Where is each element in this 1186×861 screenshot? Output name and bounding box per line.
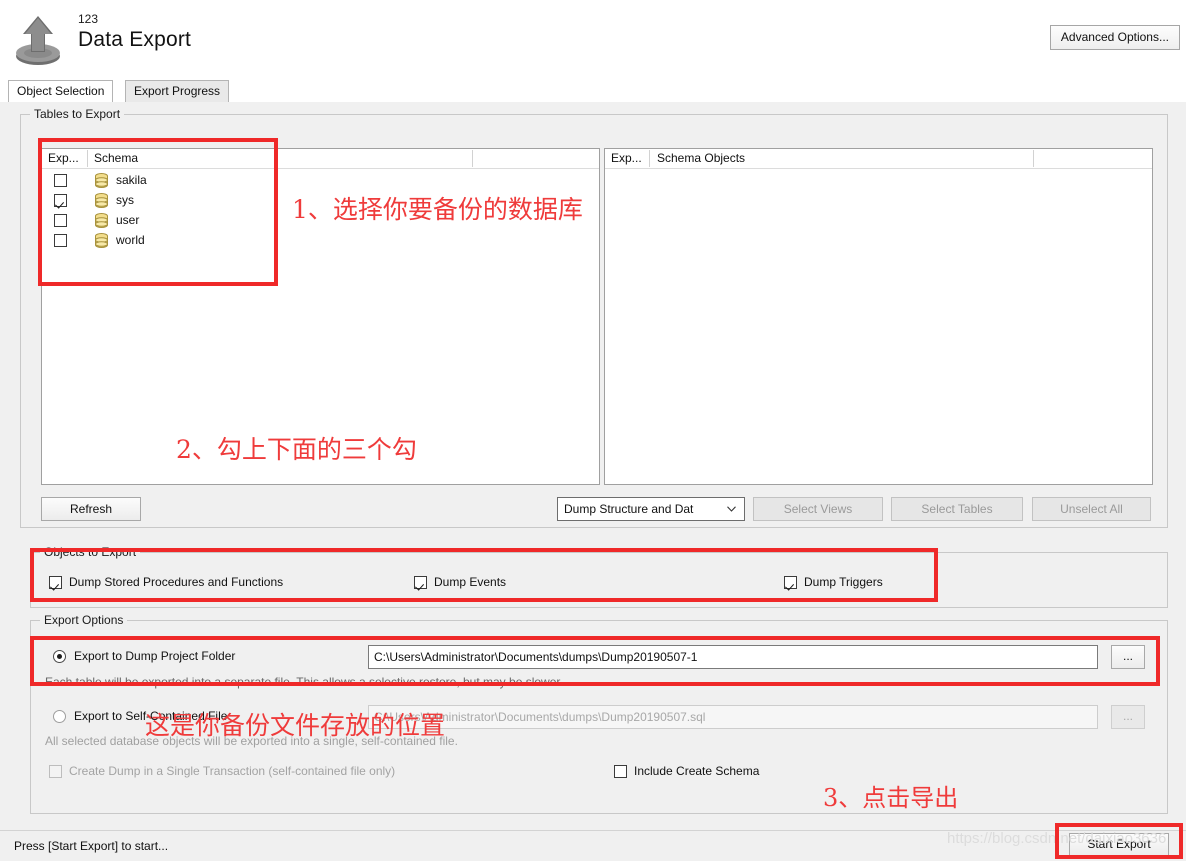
list-item[interactable]: user <box>42 211 599 231</box>
advanced-options-button[interactable]: Advanced Options... <box>1049 25 1180 50</box>
list-item[interactable]: sakila <box>42 171 599 191</box>
radio-dot <box>53 650 66 663</box>
objects-to-export-group: Objects to Export Dump Stored Procedures… <box>30 545 1168 608</box>
dump-mode-select[interactable]: Dump Structure and Dat <box>557 497 745 521</box>
radio-label: Export to Dump Project Folder <box>74 649 236 663</box>
checkbox-box <box>49 576 62 589</box>
tab-strip: Object Selection Export Progress <box>0 78 1186 104</box>
folder-path-input[interactable]: C:\Users\Administrator\Documents\dumps\D… <box>368 645 1098 669</box>
export-options-label: Export Options <box>40 613 128 627</box>
export-options-group: Export Options Export to Dump Project Fo… <box>30 613 1168 814</box>
radio-label: Export to Self-Contained File <box>74 709 228 723</box>
upload-arrow-icon <box>16 16 60 65</box>
start-export-button[interactable]: Start Export <box>1069 833 1169 856</box>
checkbox-box <box>414 576 427 589</box>
schema-name: world <box>116 233 145 247</box>
header-number: 123 <box>78 12 99 26</box>
database-icon <box>95 213 108 228</box>
data-export-window: 123 Data Export Advanced Options... Obje… <box>0 0 1186 861</box>
schema-list-rows: sakila sys user world <box>42 169 599 251</box>
list-item[interactable]: sys <box>42 191 599 211</box>
browse-folder-button[interactable]: ... <box>1111 645 1145 669</box>
schema-list[interactable]: Exp... Schema sakila sys user world <box>41 148 600 485</box>
schema-name: sakila <box>116 173 147 187</box>
column-divider <box>472 150 473 167</box>
objects-col-schema-objects: Schema Objects <box>657 151 746 165</box>
checkbox-label: Dump Events <box>434 575 507 589</box>
page-title: Data Export <box>78 28 192 51</box>
chevron-down-icon <box>727 506 736 512</box>
schema-objects-list-header: Exp... Schema Objects <box>605 149 1152 169</box>
checkbox-label: Include Create Schema <box>634 764 760 778</box>
list-item[interactable]: world <box>42 231 599 251</box>
objects-to-export-label: Objects to Export <box>40 545 141 559</box>
tab-content: Tables to Export Exp... Schema sakila sy… <box>0 102 1186 830</box>
schema-col-export: Exp... <box>48 151 79 165</box>
browse-file-button[interactable]: ... <box>1111 705 1145 729</box>
checkbox-box <box>784 576 797 589</box>
schema-col-schema: Schema <box>94 151 139 165</box>
schema-checkbox[interactable] <box>54 194 67 207</box>
window-header: 123 Data Export Advanced Options... <box>0 0 1186 78</box>
select-tables-button[interactable]: Select Tables <box>891 497 1023 521</box>
refresh-button[interactable]: Refresh <box>41 497 141 521</box>
column-divider <box>87 150 88 167</box>
objects-col-export: Exp... <box>611 151 642 165</box>
folder-hint-text: Each table will be exported into a separ… <box>45 675 564 689</box>
file-hint-text: All selected database objects will be ex… <box>45 734 458 748</box>
tables-to-export-group: Tables to Export Exp... Schema sakila sy… <box>20 107 1168 528</box>
checkbox-label: Dump Triggers <box>804 575 883 589</box>
dump-mode-value: Dump Structure and Dat <box>564 502 694 516</box>
radio-dot <box>53 710 66 723</box>
schema-objects-list[interactable]: Exp... Schema Objects <box>604 148 1153 485</box>
schema-checkbox[interactable] <box>54 214 67 227</box>
schema-name: sys <box>116 193 134 207</box>
tab-export-progress[interactable]: Export Progress <box>125 80 230 103</box>
checkbox-box <box>614 765 627 778</box>
unselect-all-button[interactable]: Unselect All <box>1032 497 1151 521</box>
file-path-input[interactable]: C:\Users\Administrator\Documents\dumps\D… <box>368 705 1098 729</box>
checkbox-box <box>49 765 62 778</box>
column-divider <box>649 150 650 167</box>
schema-name: user <box>116 213 140 227</box>
schema-checkbox[interactable] <box>54 174 67 187</box>
database-icon <box>95 233 108 248</box>
column-divider <box>1033 150 1034 167</box>
tables-to-export-label: Tables to Export <box>30 107 125 121</box>
status-message: Press [Start Export] to start... <box>14 839 169 853</box>
checkbox-label: Create Dump in a Single Transaction (sel… <box>69 764 396 778</box>
database-icon <box>95 193 108 208</box>
schema-checkbox[interactable] <box>54 234 67 247</box>
checkbox-label: Dump Stored Procedures and Functions <box>69 575 284 589</box>
tab-object-selection[interactable]: Object Selection <box>8 80 114 104</box>
select-views-button[interactable]: Select Views <box>753 497 883 521</box>
database-icon <box>95 173 108 188</box>
schema-list-header: Exp... Schema <box>42 149 599 169</box>
status-bar: Press [Start Export] to start... <box>0 830 1186 861</box>
